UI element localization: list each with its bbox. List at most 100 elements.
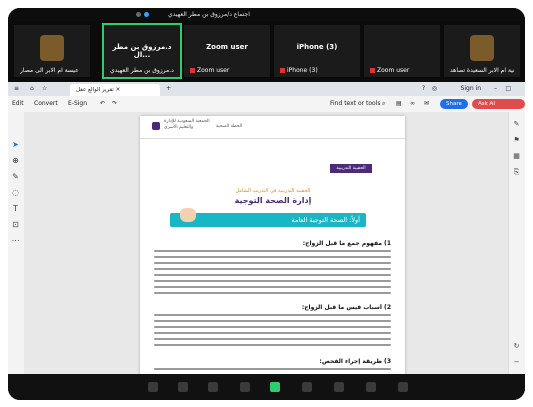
topic-band: أولاً: الصحة التوجية العامة (170, 213, 366, 227)
text-line (154, 250, 391, 252)
participant-name: Zoom user (190, 67, 264, 74)
meeting-title: اجتماع د/مرزوق بن مطر العهيدي (168, 11, 250, 18)
zoom-tool-icon[interactable]: ⊕ (11, 156, 20, 165)
lasso-tool-icon[interactable]: ◌ (11, 188, 20, 197)
section-heading: 1) مفهوم جمع ما قبل الزواج: (302, 240, 391, 247)
meeting-controls (8, 374, 525, 400)
text-line (154, 280, 391, 282)
participant-tile[interactable]: Zoom user Zoom user (184, 25, 270, 77)
app-toolbar: Edit Convert E-Sign ↶ ↷ Find text or too… (8, 96, 525, 117)
reactions-button[interactable] (334, 382, 344, 392)
share-button[interactable]: Share (440, 99, 468, 109)
avatar (40, 35, 64, 61)
menu-item-esign[interactable]: E-Sign (68, 96, 87, 112)
pages-icon[interactable]: ▦ (512, 152, 521, 161)
section-heading: 2) أسباب قيس ما قبل الزواج: (301, 304, 391, 311)
right-tool-rail: ✎ ⚑ ▦ ⎘ ↻ − (508, 112, 525, 374)
pen-tool-icon[interactable]: ✎ (11, 172, 20, 181)
text-line (154, 268, 391, 270)
home-icon[interactable]: ⌂ (30, 82, 34, 96)
doc-subtitle: الحقيبة التدريبية في التدريب الشامل (235, 188, 311, 194)
left-tool-rail: ➤ ⊕ ✎ ◌ T ⊡ ⋯ (8, 112, 25, 374)
participant-tile[interactable]: عيسة ام الابر الى مصار (14, 25, 90, 77)
video-button[interactable] (178, 382, 188, 392)
org-name: الجمعية السعودية للإدارة والتعليم الأسري (164, 119, 210, 130)
window-dot-icon (144, 12, 149, 17)
participant-name: Zoom user (370, 67, 434, 74)
refresh-icon[interactable]: ↻ (512, 342, 521, 351)
avatar (470, 35, 494, 61)
menu-item-convert[interactable]: Convert (34, 96, 58, 112)
participant-strip: عيسة ام الابر الى مصار د.مرزوق بن مطر ال… (8, 21, 525, 82)
more-tools-icon[interactable]: ⋯ (11, 236, 20, 245)
participants-button[interactable] (208, 382, 218, 392)
redo-icon[interactable]: ↷ (112, 96, 117, 112)
find-tools-input[interactable]: Find text or tools (330, 96, 380, 112)
document-canvas[interactable]: الجمعية السعودية للإدارة والتعليم الأسري … (24, 112, 509, 374)
text-tool-icon[interactable]: T (11, 204, 20, 213)
text-line (154, 320, 391, 322)
dept-label: الخطة الصحية (216, 124, 243, 129)
attachment-icon[interactable]: ⎘ (512, 168, 521, 177)
meeting-title-bar: اجتماع د/مرزوق بن مطر العهيدي (8, 8, 525, 21)
text-line (154, 256, 391, 258)
notifications-icon[interactable]: ◎ (432, 82, 437, 96)
participant-name: عيسة ام الابر الى مصار (20, 67, 79, 74)
text-line (154, 338, 391, 340)
text-line (154, 274, 391, 276)
signin-button[interactable]: Sign in (461, 82, 481, 96)
muted-mic-icon (370, 68, 375, 73)
mail-icon[interactable]: ✉ (424, 96, 429, 112)
search-icon[interactable]: ⌕ (382, 96, 385, 112)
participant-name: د.مرزوق بن مطر العهيدي (110, 67, 174, 74)
help-icon[interactable]: ? (422, 82, 425, 96)
participant-name: iPhone (3) (280, 67, 354, 74)
undo-icon[interactable]: ↶ (100, 96, 105, 112)
browser-menu-icon[interactable]: ≡ (14, 82, 19, 96)
participant-tile-active[interactable]: د.مرزوق بن مطر ال... د.مرزوق بن مطر العه… (102, 23, 182, 79)
window-dot-icon (136, 12, 141, 17)
hand-pointer-icon (180, 208, 196, 222)
org-logo-icon (152, 122, 160, 130)
section-tag: الحقيبة التدريبية (330, 164, 372, 173)
chat-button[interactable] (240, 382, 250, 392)
star-icon[interactable]: ☆ (42, 82, 47, 96)
section-heading: 3) طريقة إجراء الفحص: (319, 358, 391, 365)
participant-center-name: د.مرزوق بن مطر ال... (112, 43, 172, 59)
browser-tab[interactable]: تقرير الوالع عقل ✕ (70, 84, 160, 96)
maximize-icon[interactable]: □ (505, 82, 511, 96)
text-line (154, 286, 391, 288)
comment-icon[interactable]: ✎ (512, 120, 521, 129)
participant-tile[interactable]: iPhone (3) iPhone (3) (274, 25, 360, 77)
page-header: الجمعية السعودية للإدارة والتعليم الأسري … (140, 116, 405, 139)
participant-center-name: iPhone (3) (296, 43, 338, 51)
select-tool-icon[interactable]: ➤ (11, 140, 20, 149)
record-button[interactable] (302, 382, 312, 392)
text-line (154, 326, 391, 328)
muted-mic-icon (280, 68, 285, 73)
apps-button[interactable] (366, 382, 376, 392)
participant-name: جمعية ام الابر السعيدة تصاهد (450, 67, 514, 74)
text-line (154, 262, 391, 264)
minimize-icon[interactable]: – (494, 82, 497, 96)
print-icon[interactable]: ▤ (396, 96, 402, 112)
text-line (154, 314, 391, 316)
muted-mic-icon (190, 68, 195, 73)
participant-center-name: Zoom user (206, 43, 248, 51)
menu-item-edit[interactable]: Edit (12, 96, 24, 112)
share-screen-button[interactable] (270, 382, 280, 392)
participant-tile[interactable]: جمعية ام الابر السعيدة تصاهد (444, 25, 520, 77)
new-tab-button[interactable]: + (166, 82, 171, 96)
more-button[interactable] (398, 382, 408, 392)
text-line (154, 292, 391, 294)
participant-tile[interactable]: Zoom user (364, 25, 440, 77)
ask-ai-button[interactable]: Ask AI Assistant (472, 99, 525, 117)
stamp-tool-icon[interactable]: ⊡ (11, 220, 20, 229)
link-icon[interactable]: ∞ (410, 96, 415, 112)
browser-tab-bar: ≡ ⌂ ☆ تقرير الوالع عقل ✕ + ? ◎ Sign in –… (8, 82, 525, 96)
bookmark-icon[interactable]: ⚑ (512, 136, 521, 145)
doc-title: إدارة الصحة التوجية (234, 196, 312, 205)
zoom-out-icon[interactable]: − (512, 358, 521, 367)
screen-frame: اجتماع د/مرزوق بن مطر العهيدي عيسة ام ال… (8, 8, 525, 400)
mic-button[interactable] (148, 382, 158, 392)
